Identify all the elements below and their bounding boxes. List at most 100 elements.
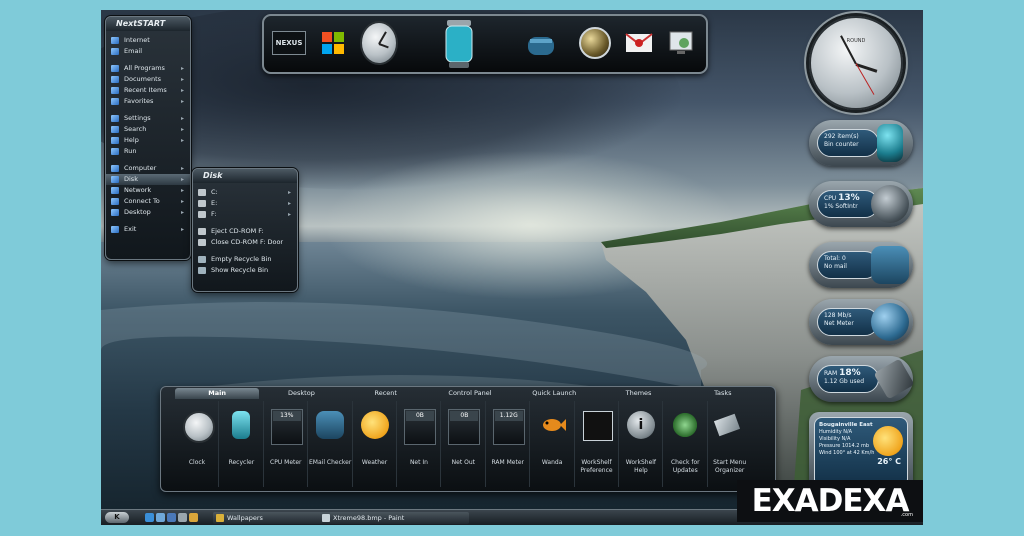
workshelf-item-wanda[interactable]: Wanda: [530, 401, 575, 487]
workshelf-item-preference[interactable]: WorkShelf Preference: [575, 401, 619, 487]
menu-label: Run: [124, 147, 137, 155]
task-paint[interactable]: Xtreme98.bmp - Paint: [319, 512, 469, 524]
item-label: EMail Checker: [309, 459, 352, 466]
menu-label: Desktop: [124, 208, 151, 216]
workshelf-item-net-in[interactable]: 0B Net In: [397, 401, 442, 487]
item-label: Recycler: [228, 459, 255, 466]
menu-item-settings[interactable]: Settings ▸: [106, 113, 190, 124]
start-menu: NextSTART Internet Email All Programs ▸ D…: [105, 16, 191, 260]
ram-gadget[interactable]: RAM 18% 1.12 Gb used: [809, 356, 915, 402]
menu-label: Close CD-ROM F: Door: [211, 238, 284, 246]
explorer-icon[interactable]: [167, 513, 176, 522]
menu-item-internet[interactable]: Internet: [106, 35, 190, 46]
drive-e[interactable]: E: ▸: [193, 198, 297, 209]
dock-monitor-icon[interactable]: [662, 22, 700, 64]
tab-themes[interactable]: Themes: [596, 388, 680, 399]
menu-item-disk[interactable]: Disk ▸: [106, 174, 190, 185]
menu-label: Disk: [124, 175, 138, 183]
menu-item-help[interactable]: Help ▸: [106, 135, 190, 146]
tab-control-panel[interactable]: Control Panel: [428, 388, 512, 399]
workshelf-item-check-updates[interactable]: Check for Updates: [663, 401, 708, 487]
workshelf-item-start-menu-organizer[interactable]: Start Menu Organizer: [708, 401, 751, 487]
start-button[interactable]: K: [105, 512, 129, 523]
item-label: Start Menu Organizer: [713, 459, 747, 474]
drive-c[interactable]: C: ▸: [193, 187, 297, 198]
folder-icon[interactable]: [189, 513, 198, 522]
weather-temperature: 26° C: [877, 457, 901, 466]
organizer-icon: [713, 413, 740, 437]
menu-label: Favorites: [124, 97, 154, 105]
dock-mail-pin-icon[interactable]: [620, 22, 658, 64]
menu-item-search[interactable]: Search ▸: [106, 124, 190, 135]
submenu-arrow-icon: ▸: [180, 209, 184, 216]
search-icon: [111, 126, 119, 133]
media-icon[interactable]: [178, 513, 187, 522]
recycle-bin-icon: [232, 411, 251, 439]
recycler-gadget[interactable]: 292 item(s) Bin counter: [809, 120, 913, 166]
dock-email-checker-icon[interactable]: [522, 22, 560, 64]
network-icon: [111, 187, 119, 194]
workshelf-item-help[interactable]: i WorkShelf Help: [619, 401, 664, 487]
cpu-gadget-display: CPU 13% 1% SoftIntr: [817, 190, 879, 218]
ie-icon[interactable]: [145, 513, 154, 522]
documents-icon: [111, 76, 119, 83]
workshelf-item-recycler[interactable]: Recycler: [219, 401, 264, 487]
close-cdrom-door[interactable]: Close CD-ROM F: Door: [193, 237, 297, 248]
workshelf-item-email-checker[interactable]: EMail Checker: [308, 401, 353, 487]
menu-label: Internet: [124, 36, 150, 44]
submenu-arrow-icon: ▸: [180, 176, 184, 183]
item-label: Net In: [409, 459, 428, 466]
menu-item-exit[interactable]: Exit ▸: [106, 224, 190, 235]
desktop-screenshot: NextSTART Internet Email All Programs ▸ D…: [101, 10, 923, 525]
analog-clock[interactable]: ROUND: [809, 16, 903, 110]
dock-globe-icon[interactable]: [576, 22, 614, 64]
logo-small-text: .com: [900, 512, 913, 518]
menu-item-connect-to[interactable]: Connect To ▸: [106, 196, 190, 207]
tab-recent[interactable]: Recent: [344, 388, 428, 399]
eject-cdrom[interactable]: Eject CD-ROM F:: [193, 226, 297, 237]
weather-display: Bougainville East Humidity N/A Visibilit…: [814, 417, 908, 487]
network-gadget[interactable]: 128 Mb/s Net Meter: [809, 299, 913, 345]
item-label: Wanda: [541, 459, 563, 466]
menu-item-favorites[interactable]: Favorites ▸: [106, 96, 190, 107]
clock-face-icon: [360, 21, 398, 65]
cdrom-icon: [198, 211, 206, 218]
drive-f[interactable]: F: ▸: [193, 209, 297, 220]
gadget-line: 1% SoftIntr: [824, 203, 858, 210]
menu-item-computer[interactable]: Computer ▸: [106, 163, 190, 174]
menu-label: Network: [124, 186, 152, 194]
cpu-gadget[interactable]: CPU 13% 1% SoftIntr: [809, 181, 913, 227]
drive-label: F:: [211, 210, 217, 218]
menu-item-documents[interactable]: Documents ▸: [106, 74, 190, 85]
workshelf-item-weather[interactable]: Weather: [353, 401, 397, 487]
menu-item-network[interactable]: Network ▸: [106, 185, 190, 196]
workshelf-item-cpu-meter[interactable]: 13% CPU Meter: [264, 401, 309, 487]
workshelf-tabs: Main Desktop Recent Control Panel Quick …: [175, 388, 765, 399]
tab-main[interactable]: Main: [175, 388, 260, 399]
empty-recycle-bin[interactable]: Empty Recycle Bin: [193, 254, 297, 265]
menu-item-all-programs[interactable]: All Programs ▸: [106, 63, 190, 74]
dock-recycler-icon[interactable]: [440, 18, 478, 70]
menu-item-desktop[interactable]: Desktop ▸: [106, 207, 190, 218]
nexus-logo-icon[interactable]: NEXUS: [270, 22, 308, 64]
settings-icon: [111, 115, 119, 122]
menu-item-run[interactable]: Run: [106, 146, 190, 157]
workshelf-item-clock[interactable]: Clock: [175, 401, 220, 487]
tab-quick-launch[interactable]: Quick Launch: [512, 388, 596, 399]
menu-item-email[interactable]: Email: [106, 46, 190, 57]
show-recycle-bin[interactable]: Show Recycle Bin: [193, 265, 297, 276]
favorites-icon: [111, 98, 119, 105]
task-wallpapers[interactable]: Wallpapers: [213, 512, 323, 524]
windows-logo-icon[interactable]: [314, 22, 352, 64]
tab-tasks[interactable]: Tasks: [681, 388, 765, 399]
folder-icon: [216, 514, 224, 522]
desktop-icon[interactable]: [156, 513, 165, 522]
workshelf-item-ram-meter[interactable]: 1.12G RAM Meter: [486, 401, 531, 487]
menu-label: Settings: [124, 114, 151, 122]
dock-clock-icon[interactable]: [360, 21, 398, 65]
tab-desktop[interactable]: Desktop: [259, 388, 343, 399]
email-gadget[interactable]: Total: 0 No mail: [809, 242, 913, 288]
menu-item-recent-items[interactable]: Recent Items ▸: [106, 85, 190, 96]
drive-label: E:: [211, 199, 218, 207]
workshelf-item-net-out[interactable]: 0B Net Out: [441, 401, 486, 487]
